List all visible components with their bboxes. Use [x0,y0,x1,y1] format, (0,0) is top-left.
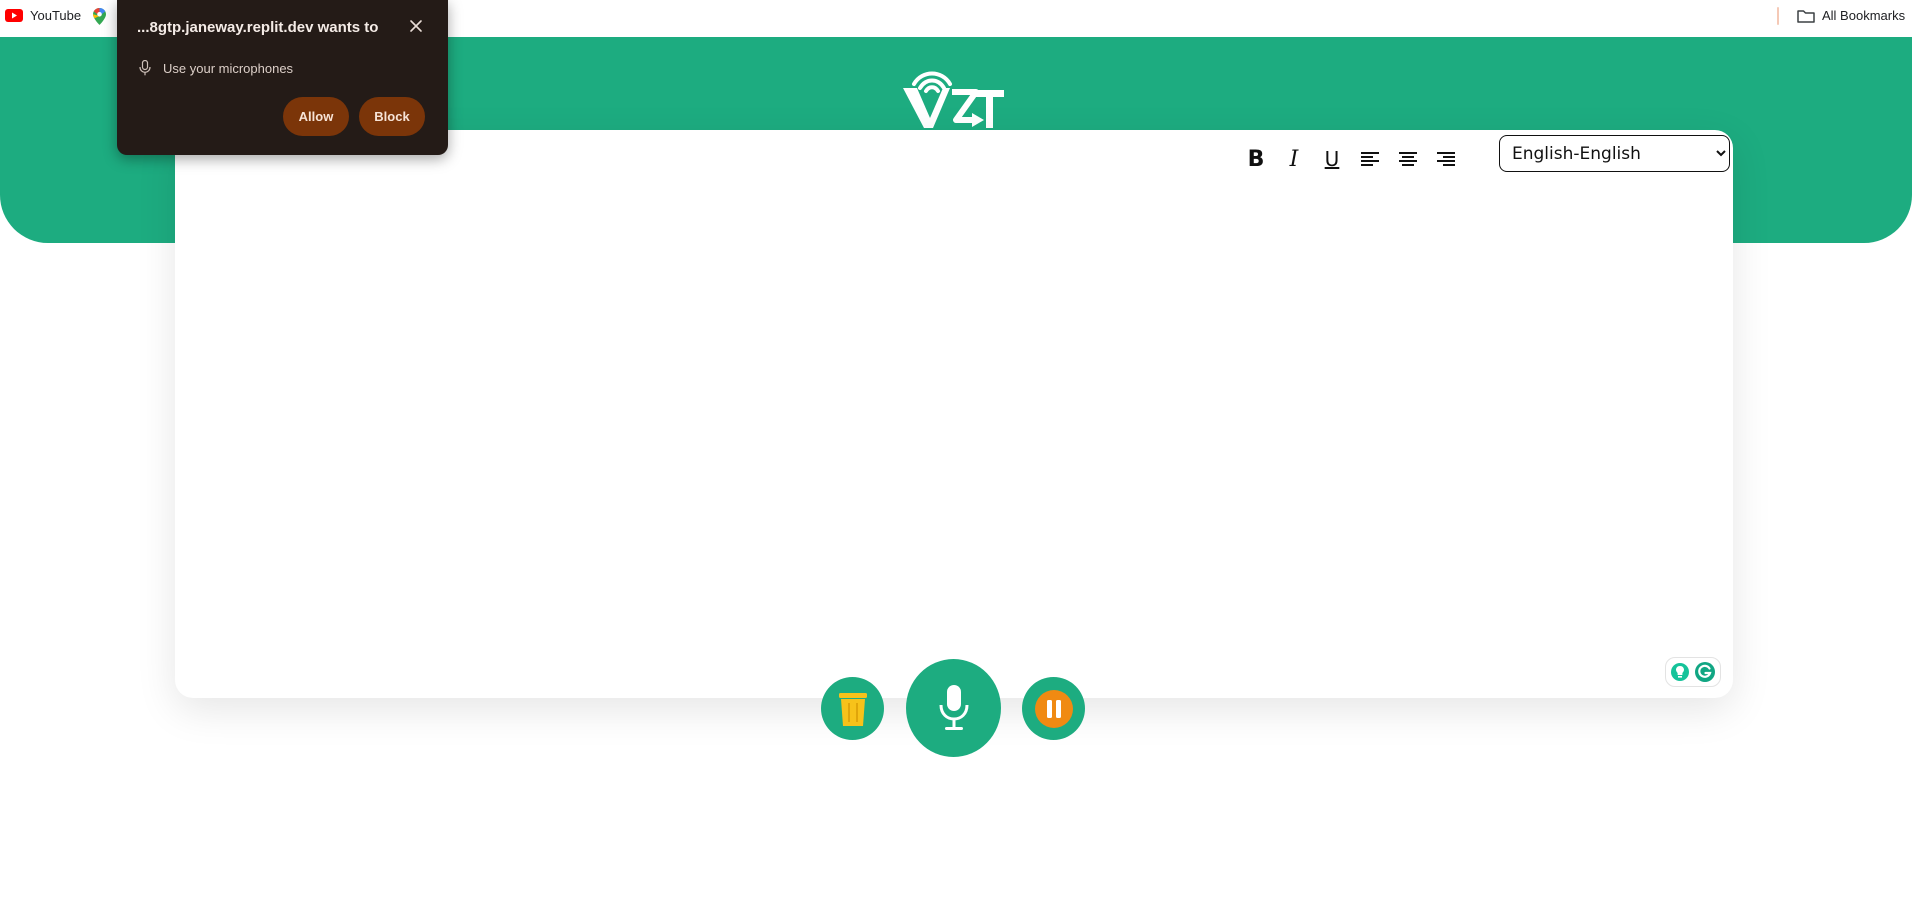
all-bookmarks[interactable]: All Bookmarks [1797,8,1905,23]
grammarly-icon [1695,662,1715,682]
align-left-button[interactable] [1351,144,1389,174]
permission-item: Use your microphones [139,60,293,76]
editor-text-area[interactable] [195,190,1695,630]
pause-icon [1034,689,1073,728]
bookmarks-divider [1777,7,1779,25]
bookmark-maps[interactable] [93,8,106,25]
microphone-icon [939,685,968,730]
microphone-icon [139,60,151,76]
align-right-button[interactable] [1427,144,1465,174]
italic-button[interactable]: I [1275,144,1313,174]
align-right-icon [1437,152,1455,166]
editor-card: B I U English-English [175,130,1733,698]
formatting-toolbar: B I U [1237,144,1465,174]
grammarly-widget[interactable] [1665,657,1721,687]
folder-icon [1797,9,1815,23]
maps-pin-icon [93,8,106,25]
trash-icon [838,692,867,726]
permission-title: ...8gtp.janeway.replit.dev wants to [137,19,379,36]
allow-button[interactable]: Allow [283,97,349,136]
permission-prompt: ...8gtp.janeway.replit.dev wants to Use … [117,0,448,155]
record-button[interactable] [906,659,1001,757]
pause-button[interactable] [1022,677,1085,740]
all-bookmarks-label: All Bookmarks [1822,8,1906,23]
bold-button[interactable]: B [1237,144,1275,174]
align-left-icon [1361,152,1379,166]
underline-button[interactable]: U [1313,144,1351,174]
lightbulb-icon [1671,663,1689,681]
block-button[interactable]: Block [359,97,425,136]
language-select[interactable]: English-English [1499,135,1730,172]
align-center-button[interactable] [1389,144,1427,174]
bookmark-youtube-label: YouTube [30,8,82,23]
clear-button[interactable] [821,677,884,740]
close-icon[interactable] [408,18,424,34]
v2t-logo [903,71,1004,128]
youtube-icon [5,9,23,22]
align-center-icon [1399,152,1417,166]
permission-label: Use your microphones [163,60,294,76]
bookmark-youtube[interactable]: YouTube [5,8,81,23]
